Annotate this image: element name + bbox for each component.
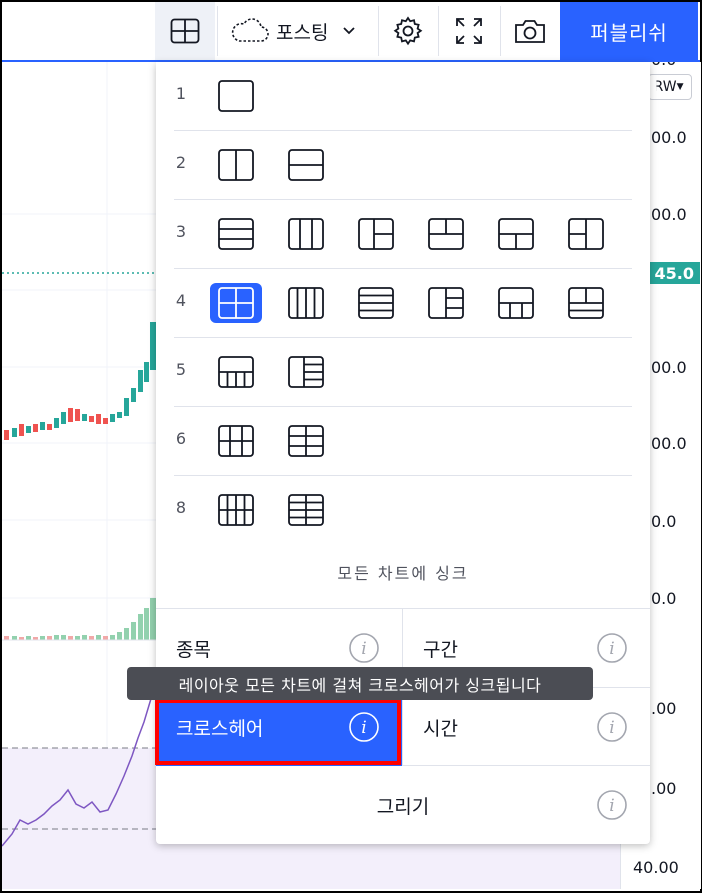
grid-3x2-icon[interactable] <box>210 421 262 461</box>
layout-row-3: 3 <box>174 200 632 269</box>
chevron-down-icon: ▼ <box>676 82 684 92</box>
price-axis-label: .00 <box>651 699 677 718</box>
layout-row-number: 2 <box>175 153 187 172</box>
layout-row-number: 3 <box>175 222 187 241</box>
two-horizontal-icon[interactable] <box>280 145 332 185</box>
price-axis-label: .00 <box>651 779 677 798</box>
one-top-three-bottom-icon[interactable] <box>490 283 542 323</box>
svg-text:i: i <box>609 718 614 738</box>
layout-row-number: 4 <box>175 291 187 310</box>
cloud-icon <box>231 18 269 42</box>
layout-row-6: 6 <box>174 407 632 476</box>
fullscreen-button[interactable] <box>440 2 498 60</box>
toolbar-separator <box>217 6 218 56</box>
three-rows-icon[interactable] <box>210 214 262 254</box>
grid-4x2-icon[interactable] <box>210 490 262 530</box>
one-left-four-right-icon[interactable] <box>280 352 332 392</box>
layout-row-4: 4 <box>174 269 632 338</box>
grid-2x2-icon[interactable] <box>210 283 262 323</box>
cloud-label: 포스팅 <box>276 21 329 44</box>
toolbar-separator <box>500 6 501 56</box>
one-left-two-right-icon[interactable] <box>350 214 402 254</box>
crosshair-tooltip: 레이아웃 모든 차트에 걸쳐 크로스헤어가 싱크됩니다 <box>127 667 593 700</box>
candlestick-series <box>4 322 156 440</box>
publish-button[interactable]: 퍼블리쉬 <box>560 2 698 60</box>
price-axis-label: 00.0 <box>651 128 687 147</box>
sync-symbol-label: 종목 <box>176 638 211 661</box>
svg-text:i: i <box>361 639 366 659</box>
currency-selector[interactable]: KRW ▼ <box>648 74 692 100</box>
price-axis-label: 00.0 <box>651 434 687 453</box>
three-top-one-bottom-icon[interactable] <box>560 283 612 323</box>
two-left-one-right-icon[interactable] <box>560 214 612 254</box>
sync-time-label: 시간 <box>423 717 458 740</box>
price-axis-label: 0.0 <box>651 512 677 531</box>
price-axis-label: 0.0 <box>651 589 677 608</box>
camera-icon <box>515 20 545 43</box>
current-price-tag: 45.0 <box>646 262 700 284</box>
info-icon[interactable]: i <box>596 711 628 743</box>
sync-interval-label: 구간 <box>423 638 458 661</box>
volume-series <box>4 598 156 640</box>
layout-row-8: 8 <box>174 476 632 544</box>
snapshot-button[interactable] <box>502 2 558 60</box>
layout-row-5: 5 <box>174 338 632 407</box>
two-vertical-icon[interactable] <box>210 145 262 185</box>
price-axis-label: 00.0 <box>651 358 687 377</box>
one-top-two-bottom-icon[interactable] <box>490 214 542 254</box>
svg-text:i: i <box>609 796 614 816</box>
fullscreen-icon <box>456 18 482 44</box>
info-icon[interactable]: i <box>348 632 380 664</box>
layout-row-number: 5 <box>175 360 187 379</box>
toolbar-separator <box>378 6 379 56</box>
two-top-one-bottom-icon[interactable] <box>420 214 472 254</box>
layout-grid-icon <box>170 18 200 44</box>
layout-button[interactable] <box>155 2 215 60</box>
layout-row-number: 8 <box>175 498 187 517</box>
toolbar-separator <box>438 6 439 56</box>
layout-row-number: 6 <box>175 429 187 448</box>
chevron-down-icon[interactable] <box>342 26 356 36</box>
four-columns-icon[interactable] <box>280 283 332 323</box>
save-cloud-button[interactable]: 포스팅 <box>222 2 376 60</box>
layout-row-2: 2 <box>174 131 632 200</box>
sync-drawings-option[interactable]: 그리기 i <box>156 766 650 844</box>
svg-text:i: i <box>609 639 614 659</box>
one-top-four-bottom-icon[interactable] <box>210 352 262 392</box>
gear-icon <box>393 16 423 46</box>
sync-drawings-label: 그리기 <box>376 795 430 818</box>
price-axis-label: 00.0 <box>651 205 687 224</box>
grid-2x4-icon[interactable] <box>280 490 332 530</box>
four-rows-icon[interactable] <box>350 283 402 323</box>
grid-2x3-icon[interactable] <box>280 421 332 461</box>
info-icon[interactable]: i <box>596 632 628 664</box>
price-axis-label: 40.00 <box>633 858 679 877</box>
layout-row-1: 1 <box>174 62 632 131</box>
single-pane-icon[interactable] <box>210 76 262 116</box>
one-left-three-right-icon[interactable] <box>420 283 472 323</box>
three-columns-icon[interactable] <box>280 214 332 254</box>
info-icon[interactable]: i <box>596 789 628 821</box>
sync-section-title: 모든 차트에 싱크 <box>337 564 469 583</box>
crosshair-highlight-box <box>155 699 401 765</box>
layout-row-number: 1 <box>175 84 187 103</box>
settings-button[interactable] <box>380 2 436 60</box>
